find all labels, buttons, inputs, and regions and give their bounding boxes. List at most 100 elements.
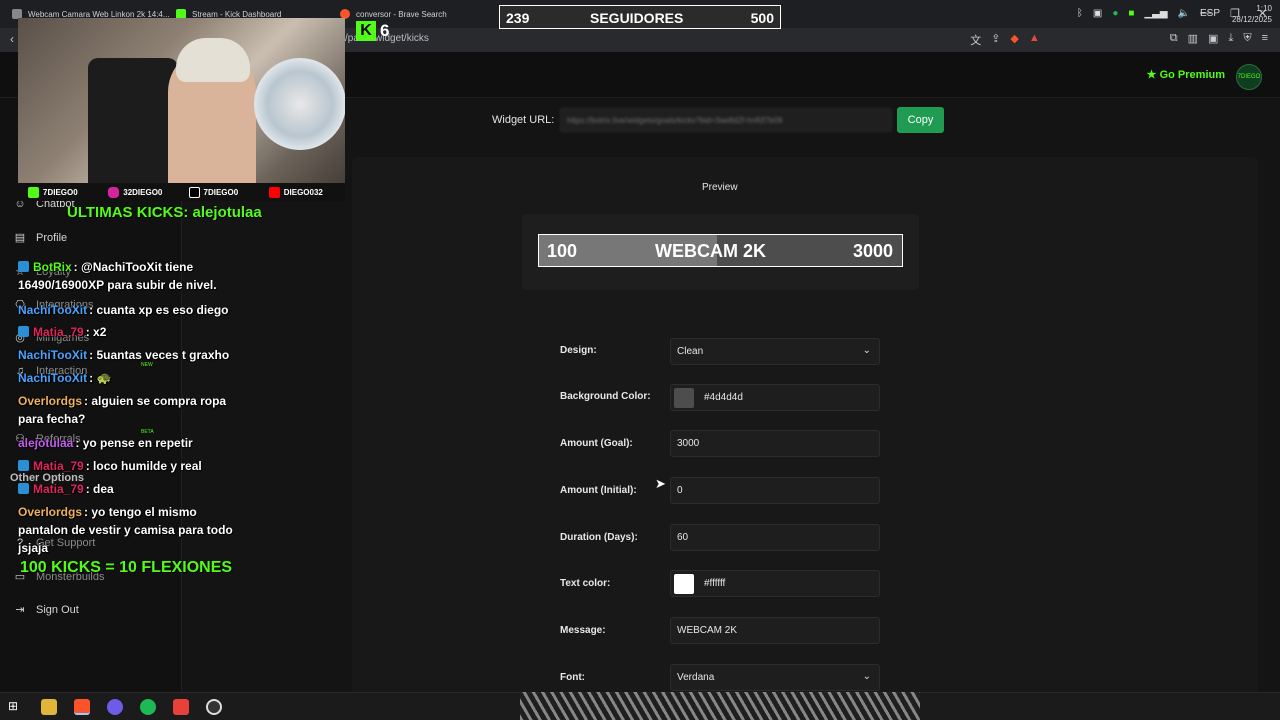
chat-text: : yo pense en repetir: [75, 436, 193, 450]
chat-text: : 5uantas veces t graxho: [89, 348, 230, 362]
handle-text: DIEGO032: [283, 187, 323, 197]
fan-shape: [254, 58, 345, 150]
extensions-icon[interactable]: ⧉: [1170, 32, 1178, 48]
tray-icon[interactable]: ■: [1128, 8, 1134, 19]
spotify-icon[interactable]: [140, 699, 156, 715]
download-icon[interactable]: ⤓: [1228, 32, 1233, 48]
chat-message: NachiTooXit: 🐢: [18, 369, 238, 387]
tray-icon[interactable]: ▣: [1093, 8, 1102, 19]
background-color-field[interactable]: #4d4d4d: [670, 384, 880, 411]
widget-url-field[interactable]: https://botrix.live/widgets/goals/kicks?…: [560, 108, 892, 132]
background-color-value: #4d4d4d: [704, 392, 743, 403]
widget-url-label: Widget URL:: [492, 114, 555, 126]
back-icon[interactable]: ‹: [10, 32, 14, 46]
chat-message: Overlordgs: alguien se compra ropa para …: [18, 392, 238, 428]
text-color-field[interactable]: #ffffff: [670, 570, 880, 597]
message-label: Message:: [560, 625, 606, 636]
chat-username: Matia_79: [33, 459, 84, 473]
chat-username: BotRix: [33, 260, 72, 274]
followers-current: 239: [506, 10, 530, 26]
sign-out-icon: ⇥: [15, 604, 25, 616]
chat-text: : dea: [85, 482, 114, 496]
browser-toolbar: 文 ⇪ ◆ ▲ ⧉ ▥ ▣ ⤓ ⛨ ≡: [970, 32, 1268, 48]
file-explorer-icon[interactable]: [41, 699, 57, 715]
app-icon[interactable]: [173, 699, 189, 715]
avatar[interactable]: 7DIEGO: [1236, 64, 1262, 90]
font-select[interactable]: Verdana ⌄: [670, 664, 880, 691]
youtube-handle: DIEGO032: [268, 186, 345, 198]
followers-goal-overlay: 239 SEGUIDORES 500: [499, 5, 781, 29]
profile-card-icon: ▤: [14, 232, 26, 244]
text-color-swatch[interactable]: [674, 573, 694, 594]
webcam-feed: [18, 18, 345, 201]
chat-username: NachiTooXit: [18, 371, 88, 385]
instagram-icon: [108, 186, 120, 198]
windows-start-icon[interactable]: ⊞: [8, 699, 24, 715]
mouse-cursor-icon: ➤: [655, 476, 666, 491]
wallpaper-art: [520, 692, 920, 720]
clock-date: 28/12/2025: [1231, 15, 1272, 24]
goal-amount-input[interactable]: 3000: [670, 430, 880, 457]
taskbar-clock[interactable]: 1:10 28/12/2025: [1232, 3, 1272, 25]
sidebar-item-profile[interactable]: ▤ Profile: [14, 231, 67, 245]
background-color-swatch[interactable]: [674, 387, 694, 408]
chair-shape: [88, 58, 178, 201]
text-color-value: #ffffff: [704, 578, 726, 589]
goal-amount-value: 3000: [677, 438, 700, 449]
goal-amount-label: Amount (Goal):: [560, 438, 633, 449]
design-select[interactable]: Clean ⌄: [670, 338, 880, 365]
message-input[interactable]: WEBCAM 2K: [670, 617, 880, 644]
wallet-icon[interactable]: ▣: [1208, 32, 1218, 48]
chevron-down-icon: ⌄: [862, 345, 871, 356]
rewards-icon[interactable]: ▲: [1029, 32, 1040, 48]
obs-icon[interactable]: [206, 699, 222, 715]
message-value: WEBCAM 2K: [677, 625, 738, 636]
copy-button[interactable]: Copy: [897, 107, 944, 133]
initial-amount-input[interactable]: 0: [670, 477, 880, 504]
tiktok-handle: 7DIEGO0: [188, 186, 265, 198]
text-color-label: Text color:: [560, 578, 611, 589]
handle-text: 7DIEGO0: [43, 187, 78, 197]
chat-message: NachiTooXit: 5uantas veces t graxho: [18, 346, 238, 364]
chat-text: : cuanta xp es eso diego: [89, 303, 229, 317]
system-tray: ᛒ ▣ ● ■ ▁▃▅ 🔈 ESP: [1077, 8, 1220, 19]
brave-shield-icon[interactable]: ◆: [1010, 32, 1018, 48]
volume-icon[interactable]: 🔈: [1178, 8, 1190, 19]
duration-input[interactable]: 60: [670, 524, 880, 551]
last-kicks-overlay: ULTIMAS KICKS: alejotulaa: [67, 204, 262, 221]
preview-label: Preview: [702, 182, 738, 193]
sidebar-item-sign-out[interactable]: ⇥ Sign Out: [14, 603, 78, 617]
vpn-icon[interactable]: ⛨: [1243, 32, 1251, 48]
followers-label: SEGUIDORES: [590, 10, 684, 26]
kick-viewer-count: 6: [380, 21, 390, 40]
chat-username: Matia_79: [33, 325, 84, 339]
chat-message: Matia_79: x2: [18, 323, 238, 341]
goal-bar-preview: 100 WEBCAM 2K 3000: [538, 234, 903, 267]
chat-username: Matia_79: [33, 482, 84, 496]
chat-text: : 🐢: [89, 371, 112, 385]
brave-icon[interactable]: [74, 699, 90, 715]
chat-message: NachiTooXit: cuanta xp es eso diego: [18, 301, 238, 319]
spotify-tray-icon[interactable]: ●: [1112, 8, 1118, 19]
go-premium-link[interactable]: ★ Go Premium: [1147, 68, 1225, 81]
social-handles-bar: 7DIEGO0 32DIEGO0 7DIEGO0 DIEGO032: [18, 183, 345, 201]
menu-icon[interactable]: ≡: [1262, 32, 1268, 48]
share-icon[interactable]: ⇪: [991, 32, 1000, 48]
chrome-icon[interactable]: [107, 699, 123, 715]
network-icon[interactable]: ▁▃▅: [1144, 8, 1167, 19]
chat-username: Overlordgs: [18, 394, 83, 408]
sidebar-toggle-icon[interactable]: ▥: [1188, 32, 1198, 48]
language-indicator[interactable]: ESP: [1200, 8, 1220, 19]
duration-label: Duration (Days):: [560, 532, 638, 543]
font-value: Verdana: [677, 672, 715, 683]
bluetooth-icon[interactable]: ᛒ: [1077, 8, 1083, 19]
streamer-hair-shape: [176, 38, 250, 82]
chat-text: : x2: [85, 325, 107, 339]
kick-handle: 7DIEGO0: [28, 186, 104, 198]
badge-icon: [18, 460, 29, 471]
translate-icon[interactable]: 文: [970, 32, 981, 48]
badge-icon: [18, 261, 29, 272]
badge-icon: [18, 483, 29, 494]
goal-initial: 100: [547, 241, 578, 261]
chevron-down-icon: ⌄: [862, 671, 871, 682]
